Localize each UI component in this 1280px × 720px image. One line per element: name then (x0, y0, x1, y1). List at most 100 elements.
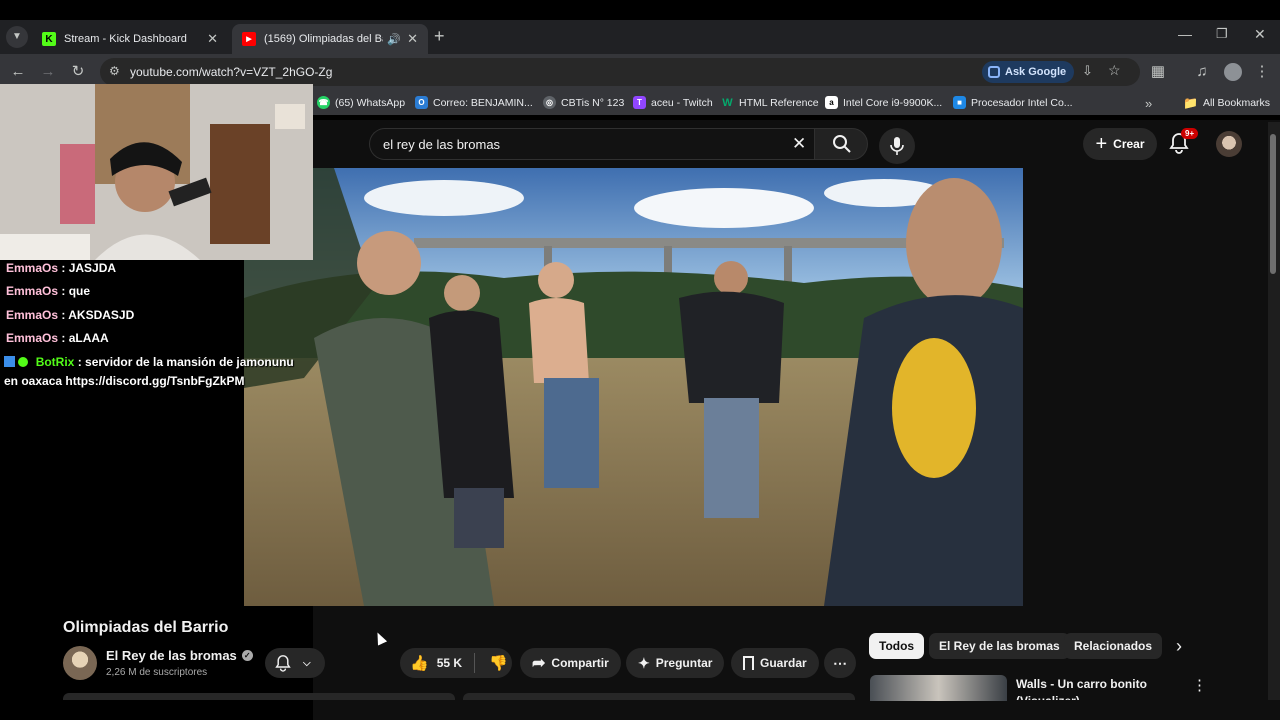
more-horizontal-icon: ⋯ (833, 654, 847, 671)
chip-todos[interactable]: Todos (869, 633, 925, 659)
url-text[interactable]: youtube.com/watch?v=VZT_2hGO-Zg (130, 65, 332, 79)
bookmark-correo[interactable]: O Correo: BENJAMIN... (415, 96, 533, 109)
video-player[interactable] (244, 168, 1023, 606)
w3-icon: W (722, 96, 733, 109)
site-info-icon[interactable]: ⚙ (109, 64, 120, 78)
all-bookmarks-folder[interactable]: 📁 All Bookmarks (1183, 96, 1270, 110)
video-title: Olimpiadas del Barrio (63, 619, 229, 636)
bookmark-star-icon[interactable]: ☆ (1108, 62, 1121, 79)
address-bar[interactable]: ⚙ youtube.com/watch?v=VZT_2hGO-Zg Ask Go… (100, 58, 1140, 86)
more-actions-button[interactable]: ⋯ (824, 648, 856, 678)
clear-search-icon[interactable]: ✕ (792, 134, 806, 154)
chevron-down-icon: ⌵ (303, 657, 311, 669)
next-video-title-line2[interactable]: (Visualizer) (1016, 694, 1080, 700)
subscriber-count: 2,26 M de suscriptores (106, 667, 208, 678)
comments-box-top (463, 693, 855, 700)
channel-avatar[interactable] (63, 646, 97, 680)
notification-badge: 9+ (1181, 128, 1199, 139)
search-icon (833, 135, 851, 153)
share-arrow-icon: ➦ (532, 655, 546, 672)
close-tab-icon[interactable]: ✕ (207, 31, 218, 47)
extensions-icon[interactable]: ▦ (1148, 62, 1168, 82)
like-dislike-divider (474, 653, 476, 673)
channel-name-link[interactable]: El Rey de las bromas ✓ (106, 648, 253, 663)
search-input[interactable]: el rey de las bromas ✕ (369, 128, 814, 160)
more-bookmarks-icon[interactable]: » (1145, 96, 1152, 111)
reload-icon[interactable]: ↻ (68, 62, 88, 82)
microphone-icon (890, 137, 904, 155)
next-video-thumbnail[interactable] (870, 675, 1007, 701)
google-lens-icon (988, 66, 1000, 78)
bookmark-cbtis[interactable]: ◎ CBTis N° 123 (543, 96, 624, 109)
thumbs-down-icon[interactable]: 👎 (489, 654, 508, 672)
verified-badge-icon (18, 357, 29, 367)
chips-next-icon[interactable]: › (1176, 636, 1182, 657)
verified-check-icon: ✓ (241, 650, 253, 661)
ask-button[interactable]: ✦ Preguntar (626, 648, 725, 678)
speaker-icon[interactable]: 🔊 (387, 33, 401, 46)
voice-search-button[interactable] (879, 128, 915, 164)
ask-google-button[interactable]: Ask Google (982, 61, 1075, 83)
page-scrollbar[interactable] (1268, 122, 1280, 700)
globe-icon: ◎ (543, 96, 556, 109)
twitch-icon: T (633, 96, 646, 109)
scrollbar-thumb[interactable] (1270, 134, 1276, 274)
amazon-icon: a (825, 96, 838, 109)
menu-icon[interactable]: ⋮ (1252, 62, 1272, 82)
thumbs-up-icon: 👍 (410, 655, 429, 672)
description-box-top (63, 693, 455, 700)
save-button[interactable]: Guardar (731, 648, 819, 678)
bell-icon (275, 655, 291, 672)
share-button[interactable]: ➦ Compartir (520, 648, 621, 678)
media-controls-icon[interactable]: ♫ (1192, 62, 1212, 82)
chat-message: EmmaOs : AKSDASJD (6, 308, 135, 322)
chat-message: EmmaOs : aLAAA (6, 331, 109, 345)
store-icon: ■ (953, 96, 966, 109)
outlook-icon: O (415, 96, 428, 109)
chip-el-rey-de-las-bromas[interactable]: El Rey de las bromas (929, 633, 1070, 659)
tab-youtube-video[interactable]: ▶ (1569) Olimpiadas del Barrio 🔊 ✕ (232, 24, 428, 54)
notifications-button[interactable]: 9+ (1169, 128, 1199, 156)
whatsapp-icon: ☎ (317, 96, 330, 109)
bookmark-intel-amazon[interactable]: a Intel Core i9-9900K... (825, 96, 942, 109)
restore-button[interactable]: ❐ (1216, 26, 1228, 42)
chat-message-continuation: en oaxaca https://discord.gg/TsnbFgZkPM (4, 374, 245, 388)
create-button[interactable]: + Crear (1083, 128, 1157, 160)
tab-kick-dashboard[interactable]: K Stream - Kick Dashboard ✕ (32, 24, 228, 54)
like-button[interactable]: 👍 55 K 👎 (400, 648, 512, 678)
subscribed-notifications-button[interactable]: ⌵ (265, 648, 325, 678)
new-tab-button[interactable]: + (434, 26, 445, 47)
video-frame-image (244, 168, 1023, 606)
bookmark-whatsapp[interactable]: ☎ (65) WhatsApp (317, 96, 405, 109)
chat-message-bot: BotRix : servidor de la mansión de jamon… (4, 355, 294, 369)
bookmarks-bar: ☎ (65) WhatsApp O Correo: BENJAMIN... ◎ … (313, 90, 1280, 115)
tab-search-button[interactable]: ▼ (6, 26, 28, 48)
sparkle-icon: ✦ (638, 654, 650, 671)
close-tab-icon[interactable]: ✕ (407, 31, 418, 47)
next-video-title[interactable]: Walls - Un carro bonito (1016, 677, 1147, 691)
back-icon[interactable]: ← (8, 62, 28, 82)
bookmark-html-reference[interactable]: W HTML Reference (721, 96, 818, 109)
chat-message: EmmaOs : JASJDA (6, 261, 117, 275)
forward-icon[interactable]: → (38, 62, 58, 82)
folder-icon: 📁 (1183, 96, 1198, 110)
plus-icon: + (1095, 132, 1108, 155)
profile-avatar[interactable] (1224, 63, 1242, 81)
next-video-menu-icon[interactable]: ⋮ (1192, 676, 1207, 694)
webcam-image (0, 84, 313, 260)
account-avatar[interactable] (1216, 131, 1242, 157)
youtube-icon: ▶ (242, 32, 256, 46)
kick-icon: K (42, 32, 56, 46)
chip-relacionados[interactable]: Relacionados (1064, 633, 1163, 659)
bookmark-procesador[interactable]: ■ Procesador Intel Co... (953, 96, 1073, 109)
install-app-icon[interactable]: ⇩ (1082, 63, 1093, 79)
search-button[interactable] (814, 128, 868, 160)
bookmark-twitch[interactable]: T aceu - Twitch (633, 96, 713, 109)
streamer-webcam (0, 84, 313, 260)
close-window-button[interactable]: ✕ (1254, 26, 1266, 43)
bot-badge-icon (4, 356, 15, 367)
bookmark-icon (743, 656, 754, 670)
tab-strip: ▼ K Stream - Kick Dashboard ✕ ▶ (1569) O… (0, 20, 1280, 54)
minimize-button[interactable]: — (1178, 26, 1192, 42)
chat-message: EmmaOs : que (6, 284, 91, 298)
